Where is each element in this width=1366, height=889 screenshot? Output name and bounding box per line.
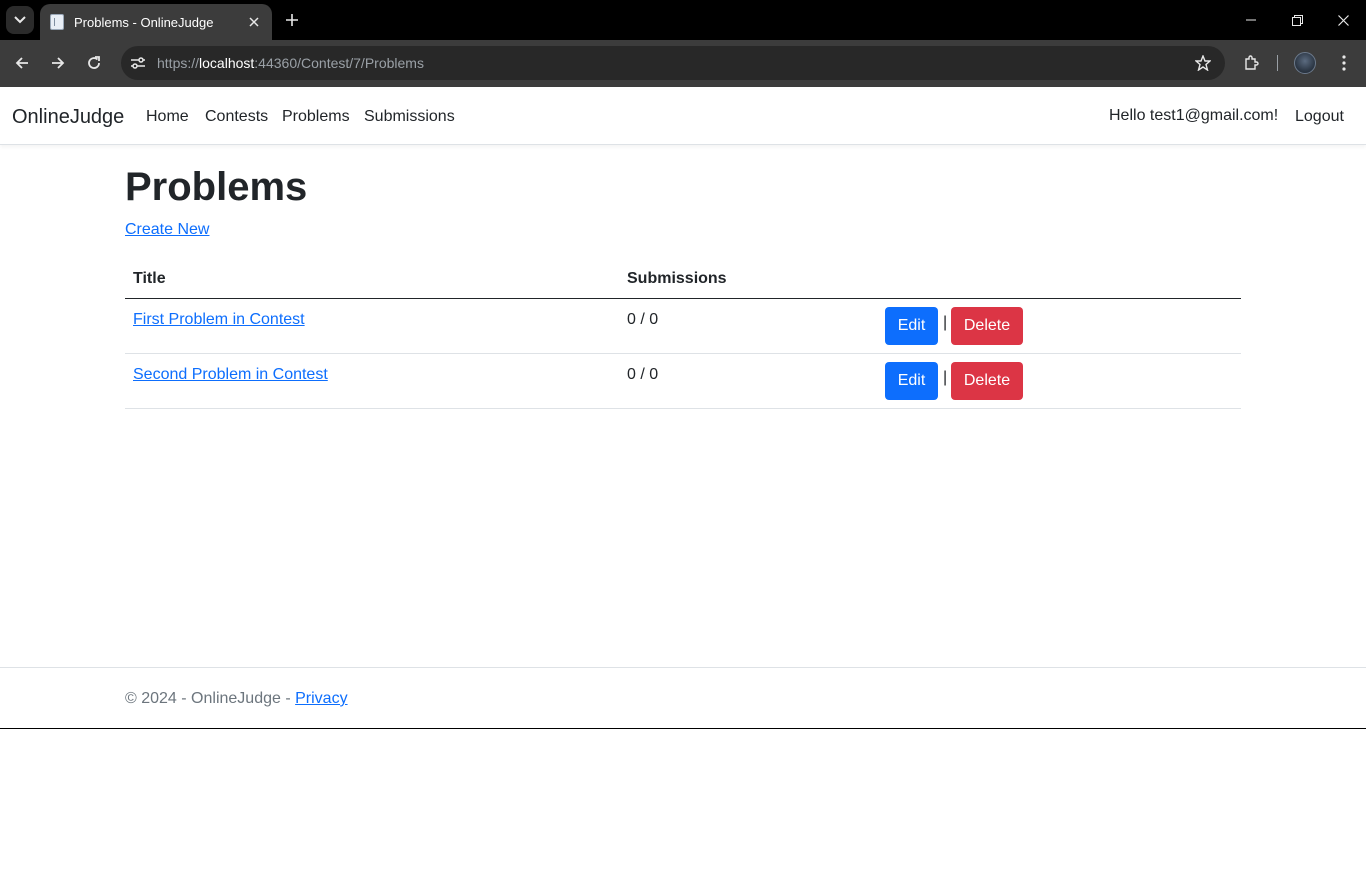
tab-title: Problems - OnlineJudge	[74, 14, 214, 30]
nav-link-submissions[interactable]: Submissions	[364, 108, 455, 126]
address-bar[interactable]: https://localhost:44360/Contest/7/Proble…	[121, 46, 1225, 80]
create-new-link[interactable]: Create New	[125, 221, 209, 239]
edit-button[interactable]: Edit	[885, 362, 938, 400]
brand-link[interactable]: OnlineJudge	[12, 106, 124, 129]
close-tab-icon[interactable]	[244, 12, 264, 32]
problem-title-link[interactable]: First Problem in Contest	[133, 311, 305, 329]
action-separator: |	[943, 314, 948, 331]
delete-button[interactable]: Delete	[951, 362, 1023, 400]
delete-button[interactable]: Delete	[951, 307, 1023, 345]
forward-arrow-icon[interactable]	[44, 49, 72, 77]
toolbar-divider	[1277, 55, 1278, 71]
bookmark-star-icon[interactable]	[1193, 53, 1213, 73]
submissions-count: 0 / 0	[627, 311, 659, 328]
edit-button[interactable]: Edit	[885, 307, 938, 345]
url-scheme: https://	[157, 55, 200, 71]
minimize-window-icon[interactable]	[1233, 6, 1269, 34]
site-navbar: OnlineJudge Home Contests Problems Submi…	[0, 87, 1366, 145]
page-favicon-icon	[50, 14, 64, 30]
browser-menu-kebab-icon[interactable]	[1330, 49, 1358, 77]
new-tab-plus-icon[interactable]	[280, 6, 304, 34]
url-path: :44360/Contest/7/Problems	[254, 55, 424, 71]
table-header: Title Submissions	[125, 262, 1241, 299]
restore-window-icon[interactable]	[1279, 6, 1315, 34]
user-greeting-link[interactable]: Hello test1@gmail.com!	[1109, 107, 1278, 125]
nav-link-problems[interactable]: Problems	[282, 108, 350, 126]
close-window-icon[interactable]	[1325, 6, 1361, 34]
url-host: localhost	[199, 55, 255, 71]
tab-search-chevron-icon[interactable]	[6, 6, 34, 34]
site-info-tune-icon[interactable]	[123, 48, 153, 78]
browser-tabstrip: Problems - OnlineJudge	[0, 0, 1366, 40]
url-text: https://localhost:44360/Contest/7/Proble…	[157, 55, 424, 71]
reload-icon[interactable]	[80, 49, 108, 77]
privacy-link[interactable]: Privacy	[295, 690, 347, 707]
problems-table: Title Submissions First Problem in Conte…	[125, 262, 1241, 409]
problem-title-link[interactable]: Second Problem in Contest	[133, 366, 328, 384]
submissions-count: 0 / 0	[627, 366, 659, 383]
browser-toolbar: https://localhost:44360/Contest/7/Proble…	[0, 40, 1366, 87]
column-header-title: Title	[133, 270, 166, 287]
table-row: First Problem in Contest 0 / 0 Edit | De…	[125, 299, 1241, 354]
copyright-text: © 2024 - OnlineJudge -	[125, 690, 296, 707]
profile-avatar[interactable]	[1294, 52, 1316, 74]
browser-tab-active[interactable]: Problems - OnlineJudge	[40, 4, 272, 40]
nav-link-contests[interactable]: Contests	[205, 108, 268, 126]
page-title: Problems	[125, 165, 308, 209]
footer-text: © 2024 - OnlineJudge - Privacy	[125, 690, 348, 708]
extensions-puzzle-icon[interactable]	[1237, 49, 1265, 77]
back-arrow-icon[interactable]	[8, 49, 36, 77]
logout-button[interactable]: Logout	[1295, 108, 1344, 126]
column-header-submissions: Submissions	[627, 270, 727, 287]
action-separator: |	[943, 369, 948, 386]
nav-link-home[interactable]: Home	[146, 108, 189, 126]
table-row: Second Problem in Contest 0 / 0 Edit | D…	[125, 354, 1241, 409]
site-footer: © 2024 - OnlineJudge - Privacy	[0, 667, 1366, 729]
